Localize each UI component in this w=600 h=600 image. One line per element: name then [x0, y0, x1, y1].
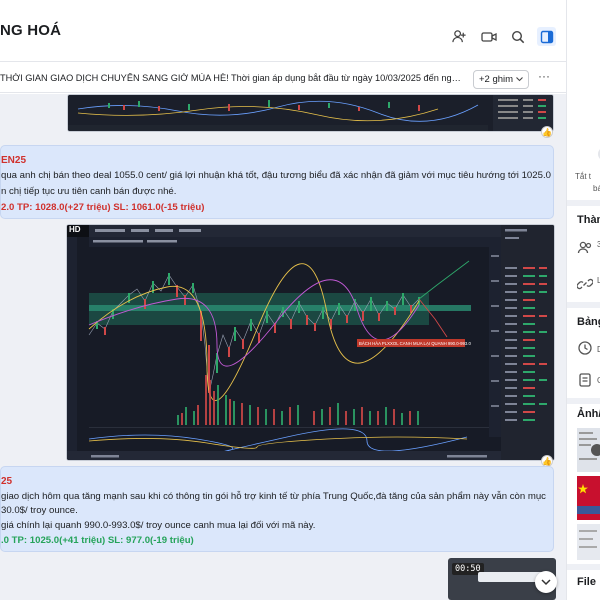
- media-thumbnail[interactable]: [577, 476, 600, 520]
- message-text-line: giá chính lại quanh 990.0-993.0$/ troy o…: [1, 520, 316, 531]
- mute-label: Tắt t: [575, 172, 592, 181]
- panel-toggle-icon[interactable]: [537, 27, 556, 46]
- panel-divider: [567, 564, 600, 570]
- scroll-to-bottom-button[interactable]: [535, 571, 557, 593]
- media-section-title[interactable]: Ảnh/: [577, 408, 600, 420]
- candlestick-chart-picture: BÁCH HÀA PLXXOL CANH MUA LẠI QUANH 990.0…: [67, 225, 554, 460]
- members-section-title[interactable]: Thành: [577, 214, 600, 226]
- message-bubble[interactable]: 25 giao dịch hôm qua tăng mạnh sau khi c…: [0, 466, 554, 552]
- message-text-line: n chị tiếp tục ưu tiên canh bán được nhé…: [1, 186, 177, 197]
- message-sender: EN25: [1, 155, 27, 166]
- media-thumbnail[interactable]: [577, 524, 600, 560]
- header-actions: [450, 27, 556, 46]
- add-user-icon[interactable]: [450, 27, 469, 46]
- message-list[interactable]: 👍 EN25 qua anh chị bán theo deal 1055.0 …: [0, 94, 566, 600]
- trade-summary: .0 TP: 1025.0(+41 triệu) SL: 977.0(-19 t…: [1, 535, 194, 546]
- trade-summary: 2.0 TP: 1028.0(+27 triệu) SL: 1061.0(-15…: [1, 202, 205, 213]
- note-icon[interactable]: [577, 372, 593, 388]
- hd-badge: HD: [69, 225, 81, 234]
- message-bubble[interactable]: EN25 qua anh chị bán theo deal 1055.0 ce…: [0, 145, 554, 219]
- more-options-button[interactable]: ···: [538, 69, 550, 83]
- conversation-info-panel: Tắt t bá Thành 3 L Bảng D G Ảnh/ File: [566, 0, 600, 600]
- more-pins-button[interactable]: +2 ghim: [473, 70, 529, 89]
- message-text-line: giao dịch hôm qua tăng mạnh sau khi có t…: [1, 491, 546, 502]
- chart-image-previous[interactable]: [67, 94, 554, 132]
- conversation-header: NG HOÁ: [0, 0, 566, 62]
- chart-annotation-label: BÁCH HÀA PLXXOL CANH MUA LẠI QUANH 990.0…: [359, 341, 471, 346]
- media-thumbnail[interactable]: [577, 428, 600, 472]
- panel-divider: [567, 398, 600, 404]
- link-icon[interactable]: [576, 276, 594, 292]
- clock-icon[interactable]: [577, 340, 593, 356]
- more-pins-label: +2 ghim: [478, 74, 514, 85]
- chart-thumbnail-previous: [68, 95, 553, 131]
- message-text-line: qua anh chị bán theo deal 1055.0 cent/ g…: [1, 170, 551, 181]
- message-text-line: 30.0$/ troy ounce.: [1, 505, 78, 516]
- files-section-title[interactable]: File: [577, 576, 596, 588]
- message-sender: 25: [1, 476, 13, 487]
- pinned-message-text[interactable]: THỜI GIAN GIAO DỊCH CHUYỂN SANG GIỜ MÙA …: [0, 73, 462, 83]
- video-call-icon[interactable]: [479, 27, 498, 46]
- pinned-message-bar[interactable]: THỜI GIAN GIAO DỊCH CHUYỂN SANG GIỜ MÙA …: [0, 63, 566, 93]
- search-icon[interactable]: [508, 27, 527, 46]
- reaction-like-icon[interactable]: 👍: [541, 126, 553, 138]
- chevron-down-icon: [541, 578, 551, 585]
- chart-image[interactable]: BÁCH HÀA PLXXOL CANH MUA LẠI QUANH 990.0…: [66, 224, 555, 461]
- board-section-title[interactable]: Bảng: [577, 316, 600, 328]
- members-icon[interactable]: [577, 240, 593, 256]
- panel-divider: [567, 200, 600, 206]
- conversation-title: NG HOÁ: [0, 22, 62, 39]
- mute-label-2: bá: [593, 184, 600, 193]
- chevron-down-icon: [516, 77, 523, 82]
- panel-divider: [567, 302, 600, 308]
